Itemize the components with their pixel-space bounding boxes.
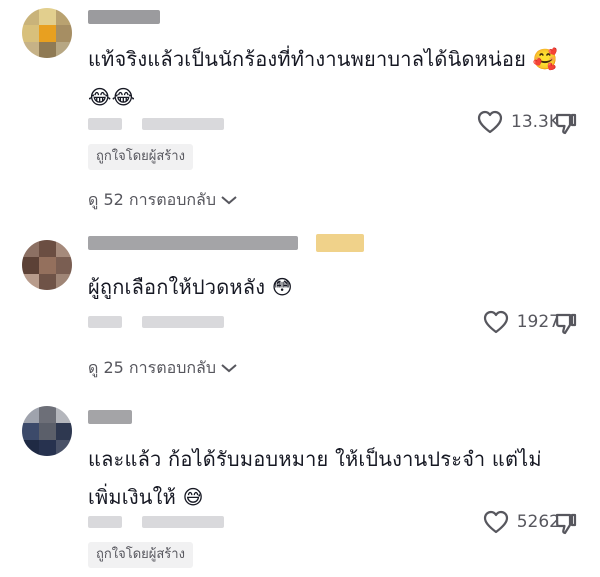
like-control[interactable]: 13.3K — [477, 110, 560, 134]
comment-body: ผู้ถูกเลือกให้ปวดหลัง — [88, 275, 266, 299]
liked-by-creator-badge: ถูกใจโดยผู้สร้าง — [88, 144, 193, 170]
view-replies-button[interactable]: ดู 25 การตอบกลับ — [88, 356, 238, 381]
chevron-down-icon — [220, 359, 238, 378]
avatar[interactable] — [22, 240, 72, 290]
username-blurred[interactable] — [88, 236, 298, 250]
chevron-down-icon — [220, 191, 238, 210]
username-blurred[interactable] — [88, 410, 132, 424]
dislike-icon[interactable] — [554, 112, 578, 136]
comment-text: แท้จริงแล้วเป็นนักร้องที่ทำงานพยาบาลได้น… — [88, 40, 568, 116]
heart-icon[interactable] — [477, 110, 503, 134]
timestamp-blurred — [88, 516, 122, 528]
comment-text: และแล้ว ก้อได้รับมอบหมาย ให้เป็นงานประจำ… — [88, 440, 568, 516]
liked-by-creator-badge: ถูกใจโดยผู้สร้าง — [88, 542, 193, 568]
comment-text: ผู้ถูกเลือกให้ปวดหลัง 😳 — [88, 268, 568, 306]
like-count: 13.3K — [511, 112, 560, 132]
view-replies-label: ดู 52 การตอบกลับ — [88, 190, 216, 209]
timestamp-blurred — [88, 316, 122, 328]
username-blurred[interactable] — [88, 10, 160, 24]
dislike-icon[interactable] — [554, 312, 578, 336]
avatar[interactable] — [22, 8, 72, 58]
comment-body: แท้จริงแล้วเป็นนักร้องที่ทำงานพยาบาลได้น… — [88, 47, 527, 71]
heart-icon[interactable] — [483, 310, 509, 334]
username-badge-blurred — [316, 234, 364, 252]
like-control[interactable]: 5262 — [483, 510, 560, 534]
comment-emojis: 😅 — [182, 485, 204, 509]
view-replies-label: ดู 25 การตอบกลับ — [88, 358, 216, 377]
heart-icon[interactable] — [483, 510, 509, 534]
reply-link-blurred[interactable] — [142, 516, 224, 528]
reply-link-blurred[interactable] — [142, 316, 224, 328]
dislike-icon[interactable] — [554, 512, 578, 536]
comment-body: และแล้ว ก้อได้รับมอบหมาย ให้เป็นงานประจำ… — [88, 447, 542, 509]
view-replies-button[interactable]: ดู 52 การตอบกลับ — [88, 188, 238, 213]
like-control[interactable]: 1927 — [483, 310, 560, 334]
reply-link-blurred[interactable] — [142, 118, 224, 130]
comment-emojis: 😳 — [271, 275, 293, 299]
timestamp-blurred — [88, 118, 122, 130]
avatar[interactable] — [22, 406, 72, 456]
